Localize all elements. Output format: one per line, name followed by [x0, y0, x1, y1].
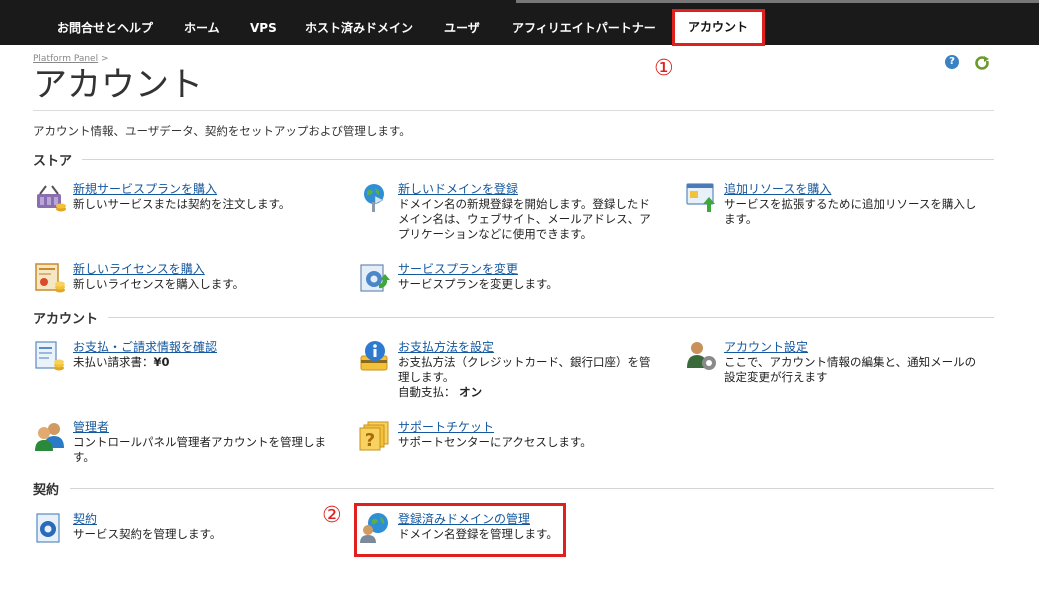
- registered-domains-description: ドメイン名登録を管理します。: [398, 527, 558, 541]
- change-plan-description: サービスプランを変更します。: [398, 277, 558, 291]
- page-title: アカウント: [33, 65, 203, 105]
- change-plan-gear-icon: [360, 264, 390, 292]
- nav-hosted-domains[interactable]: ホスト済みドメイン: [305, 0, 413, 45]
- administrators-link[interactable]: 管理者: [73, 420, 109, 435]
- registered-domains-link[interactable]: 登録済みドメインの管理: [398, 512, 530, 527]
- nav-help[interactable]: お問合せとヘルプ: [57, 0, 153, 45]
- buy-license-link[interactable]: 新しいライセンスを購入: [73, 262, 205, 277]
- support-tickets-description: サポートセンターにアクセスします。: [398, 435, 592, 449]
- administrators-description: コントロールパネル管理者アカウントを管理しま す。: [73, 435, 326, 464]
- register-domain-description: ドメイン名の新規登録を開始します。登録したド メイン名は、ウェブサイト、メールアド…: [398, 197, 651, 241]
- contracts-link[interactable]: 契約: [73, 512, 97, 527]
- invoice-icon: [35, 341, 64, 371]
- change-plan-link[interactable]: サービスプランを変更: [398, 262, 518, 277]
- license-certificate-icon: [35, 263, 65, 293]
- section-title-contract: 契約: [33, 483, 60, 498]
- user-settings-icon: [687, 342, 716, 370]
- buy-license-description: 新しいライセンスを購入します。: [73, 277, 245, 291]
- title-divider: [33, 110, 994, 111]
- nav-users[interactable]: ユーザ: [444, 0, 480, 45]
- buy-resources-link[interactable]: 追加リソースを購入: [724, 182, 831, 197]
- contract-gear-icon: [36, 513, 60, 543]
- refresh-icon[interactable]: [974, 55, 990, 70]
- buy-resources-description: サービスを拡張するために追加リソースを購入し ます。: [724, 197, 977, 226]
- page-description: アカウント情報、ユーザデータ、契約をセットアップおよび管理します。: [33, 124, 411, 138]
- section-title-account: アカウント: [33, 312, 99, 327]
- buy-service-plan-link[interactable]: 新規サービスプランを購入: [73, 182, 217, 197]
- nav-account[interactable]: アカウント: [673, 10, 763, 45]
- svg-text:?: ?: [365, 430, 375, 451]
- annotation-marker-2: ②: [322, 503, 342, 528]
- section-divider-account: [108, 317, 994, 318]
- register-domain-link[interactable]: 新しいドメインを登録: [398, 182, 518, 197]
- shopping-basket-icon: [37, 185, 66, 212]
- help-icon[interactable]: ?: [945, 55, 959, 69]
- account-settings-link[interactable]: アカウント設定: [724, 340, 808, 355]
- add-resources-icon: [686, 183, 715, 212]
- section-title-store: ストア: [33, 154, 73, 169]
- support-question-icon: ?: [359, 421, 389, 451]
- buy-service-plan-description: 新しいサービスまたは契約を注文します。: [73, 197, 291, 211]
- support-tickets-link[interactable]: サポートチケット: [398, 420, 494, 435]
- contracts-description: サービス契約を管理します。: [73, 527, 222, 541]
- account-settings-description: ここで、アカウント情報の編集と、通知メールの 設定変更が行えます: [724, 355, 977, 384]
- nav-affiliate[interactable]: アフィリエイトパートナー: [512, 0, 656, 45]
- nav-vps[interactable]: VPS: [250, 0, 277, 45]
- payment-method-link[interactable]: お支払方法を設定: [398, 340, 494, 355]
- top-navigation-bar: お問合せとヘルプ ホーム VPS ホスト済みドメイン ユーザ アフィリエイトパー…: [0, 0, 1039, 45]
- section-divider-contract: [70, 488, 994, 489]
- nav-home[interactable]: ホーム: [184, 0, 220, 45]
- payment-method-description: お支払方法（クレジットカード、銀行口座）を管 理します。 自動支払： オン: [398, 355, 651, 399]
- section-divider-store: [82, 159, 994, 160]
- administrators-icon: [35, 423, 64, 451]
- annotation-marker-1: ①: [654, 56, 674, 81]
- globe-user-icon: [360, 513, 388, 543]
- billing-info-link[interactable]: お支払・ご請求情報を確認: [73, 340, 217, 355]
- billing-info-description: 未払い請求書：¥0: [73, 355, 170, 369]
- globe-pin-icon: [364, 184, 384, 212]
- payment-info-icon: [360, 341, 388, 371]
